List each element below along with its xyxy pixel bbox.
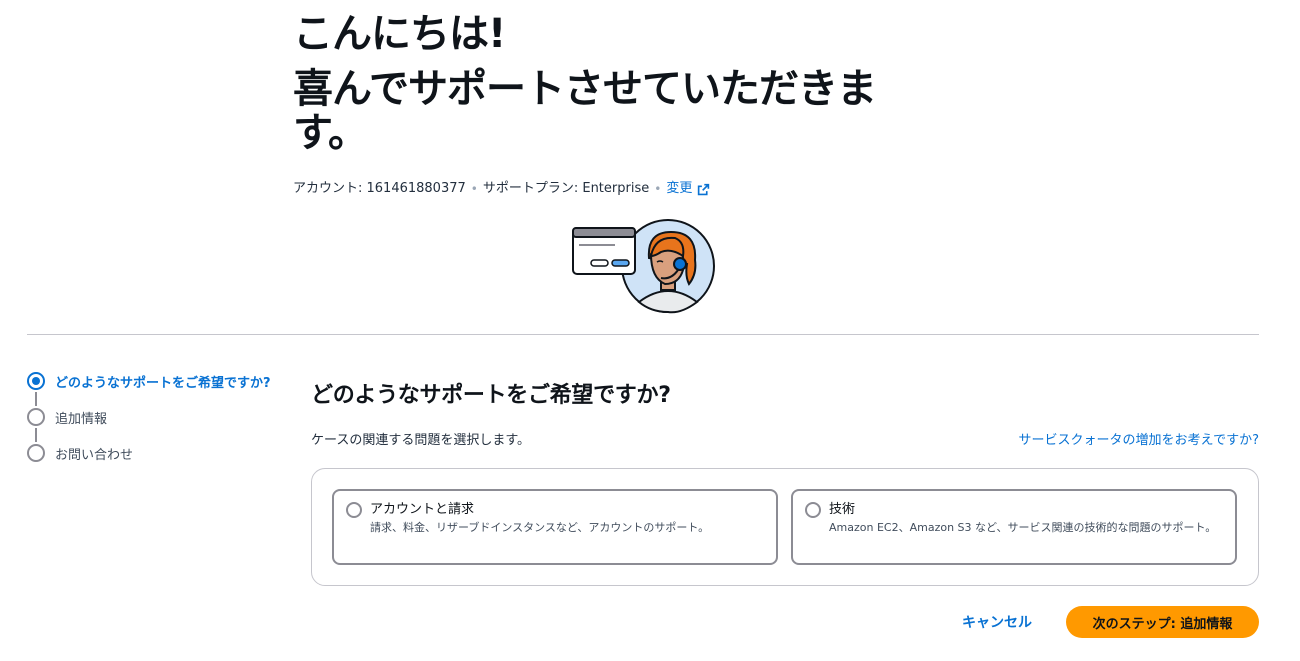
step-contact[interactable]: お問い合わせ — [27, 442, 271, 464]
support-agent-illustration — [572, 219, 715, 314]
option-label: アカウントと請求 — [370, 502, 475, 517]
support-case-page: こんにちは! 喜んでサポートさせていただきます。 アカウント: 16146188… — [0, 0, 1300, 661]
option-technical[interactable]: 技術 Amazon EC2、Amazon S3 など、サービス関連の技術的な問題… — [791, 489, 1237, 565]
subtitle-heading: 喜んでサポートさせていただきます。 — [293, 66, 877, 156]
step-additional-info[interactable]: 追加情報 — [27, 406, 271, 428]
page-header: こんにちは! 喜んでサポートさせていただきます。 — [293, 10, 933, 155]
separator-dot: • — [654, 182, 662, 196]
section-divider — [27, 334, 1259, 335]
external-link-icon — [698, 183, 710, 195]
option-description: 請求、料金、リザーブドインスタンスなど、アカウントのサポート。 — [370, 521, 710, 534]
cancel-button[interactable]: キャンセル — [962, 610, 1032, 634]
step-label: お問い合わせ — [55, 447, 134, 463]
step-label: 追加情報 — [55, 411, 108, 427]
step-connector — [35, 428, 37, 442]
change-plan-label: 変更 — [666, 181, 693, 196]
step-support-type[interactable]: どのようなサポートをご希望ですか? — [27, 370, 271, 392]
radio-icon[interactable] — [346, 502, 362, 518]
next-step-button[interactable]: 次のステップ: 追加情報 — [1066, 606, 1259, 638]
section-description: ケースの関連する問題を選択します。 — [311, 433, 531, 448]
option-account-billing[interactable]: アカウントと請求 請求、料金、リザーブドインスタンスなど、アカウントのサポート。 — [332, 489, 778, 565]
option-description: Amazon EC2、Amazon S3 など、サービス関連の技術的な問題のサポ… — [829, 521, 1217, 534]
greeting-heading: こんにちは! — [293, 11, 506, 57]
step-indicator-active-icon — [27, 372, 45, 390]
step-label: どのようなサポートをご希望ですか? — [55, 375, 271, 391]
section-title: どのようなサポートをご希望ですか? — [311, 383, 671, 408]
support-plan: サポートプラン: Enterprise — [482, 181, 650, 196]
step-indicator-icon — [27, 444, 45, 462]
account-meta: アカウント: 161461880377 • サポートプラン: Enterpris… — [293, 180, 710, 198]
account-id: アカウント: 161461880377 — [293, 181, 466, 196]
step-indicator-icon — [27, 408, 45, 426]
radio-icon[interactable] — [805, 502, 821, 518]
change-plan-link[interactable]: 変更 — [666, 180, 710, 198]
wizard-steps: どのようなサポートをご希望ですか? 追加情報 お問い合わせ — [27, 370, 271, 464]
support-type-container: アカウントと請求 請求、料金、リザーブドインスタンスなど、アカウントのサポート。… — [311, 468, 1259, 586]
separator-dot: • — [470, 182, 478, 196]
option-label: 技術 — [829, 502, 856, 517]
step-connector — [35, 392, 37, 406]
service-quota-link[interactable]: サービスクォータの増加をお考えですか? — [1018, 429, 1259, 448]
